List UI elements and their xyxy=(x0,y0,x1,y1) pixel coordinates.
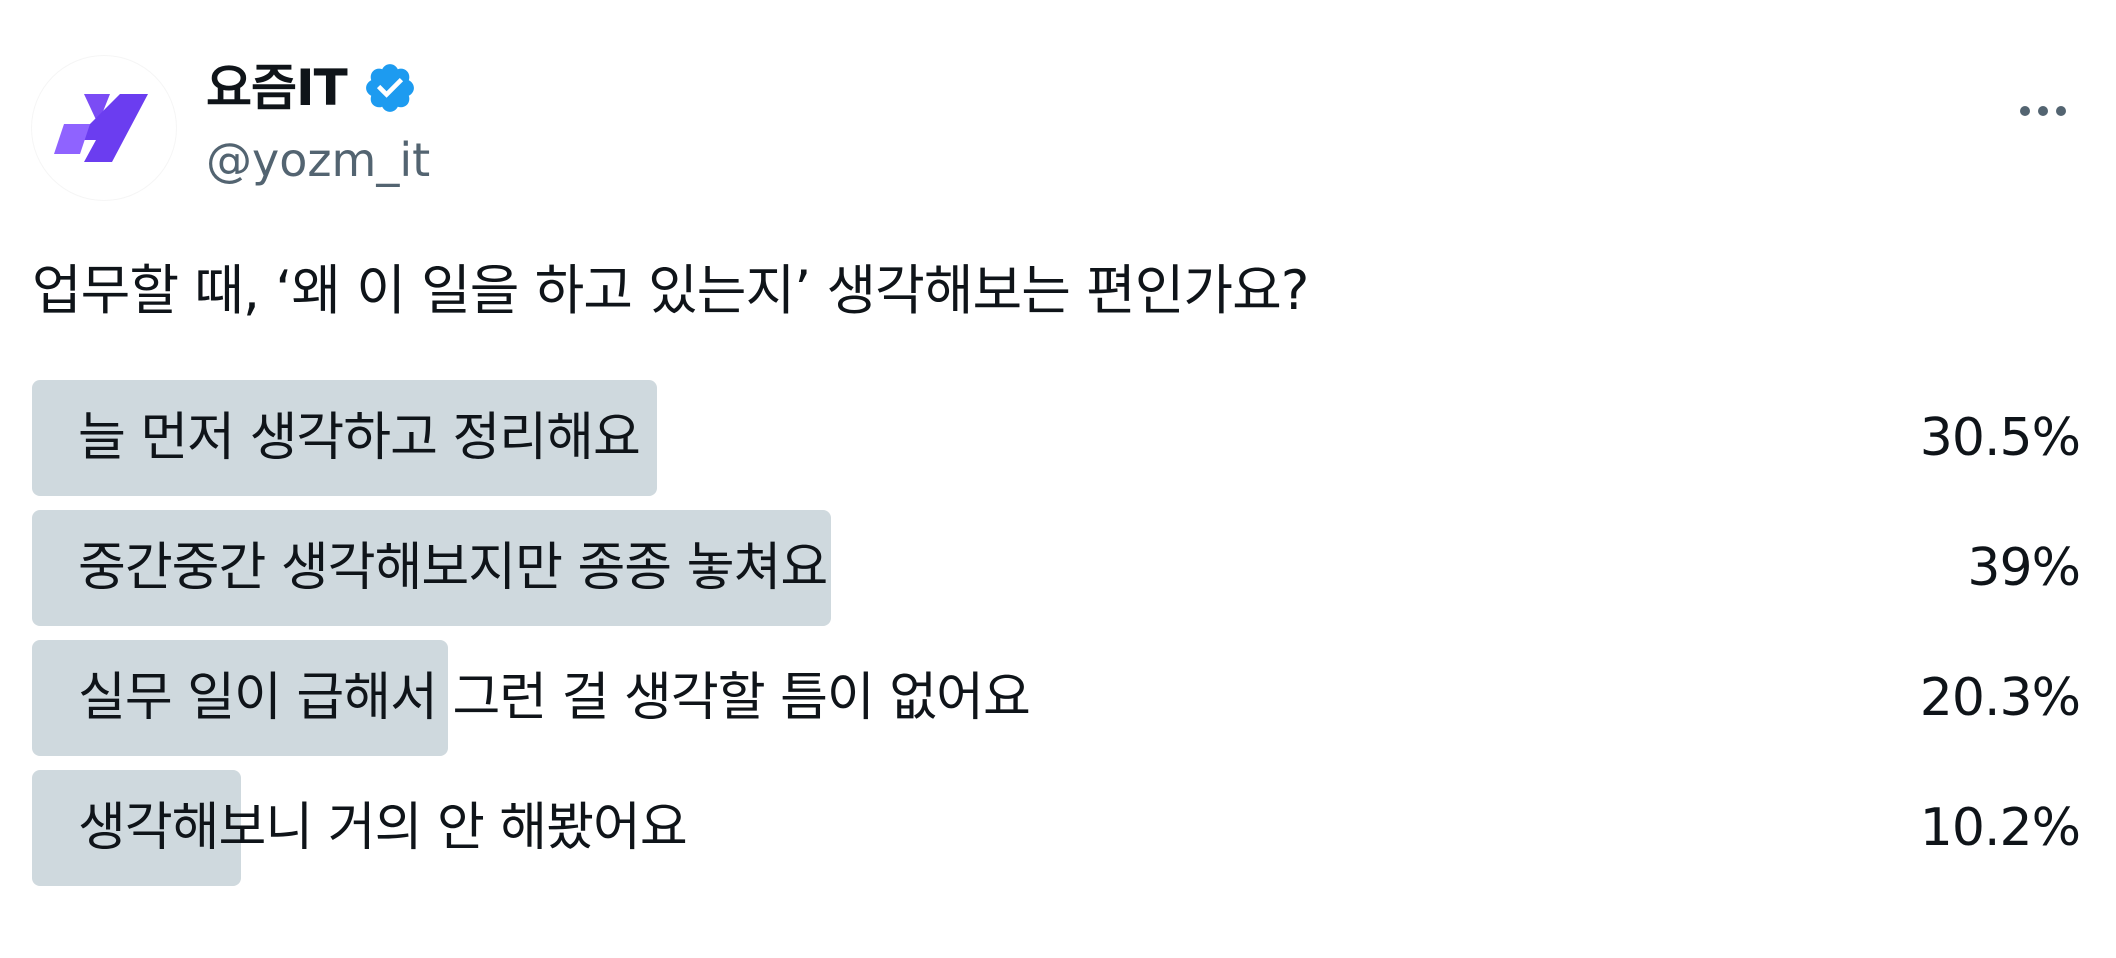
avatar[interactable] xyxy=(32,56,176,200)
poll-option-label: 중간중간 생각해보지만 종종 놓쳐요 xyxy=(78,538,828,598)
more-options-icon xyxy=(2020,106,2030,116)
poll-option[interactable]: 생각해보니 거의 안 해봤어요 10.2% xyxy=(32,770,2081,886)
more-options-icon-dot xyxy=(2056,106,2066,116)
poll: 늘 먼저 생각하고 정리해요 30.5% 중간중간 생각해보지만 종종 놓쳐요 … xyxy=(32,380,2081,900)
poll-option-label: 생각해보니 거의 안 해봤어요 xyxy=(78,798,688,858)
yozm-logo-icon xyxy=(54,94,148,162)
display-name[interactable]: 요즘IT xyxy=(206,63,348,113)
author-handle[interactable]: @yozm_it xyxy=(206,132,430,188)
poll-option[interactable]: 중간중간 생각해보지만 종종 놓쳐요 39% xyxy=(32,510,2081,626)
poll-option[interactable]: 늘 먼저 생각하고 정리해요 30.5% xyxy=(32,380,2081,496)
poll-option-label: 늘 먼저 생각하고 정리해요 xyxy=(78,408,641,468)
verified-badge-icon xyxy=(361,59,419,117)
more-options-icon-dot xyxy=(2038,106,2048,116)
poll-option-percent: 20.3% xyxy=(1919,668,2081,728)
poll-option-percent: 10.2% xyxy=(1919,798,2081,858)
author-name-row[interactable]: 요즘IT xyxy=(206,52,419,124)
poll-option-label: 실무 일이 급해서 그런 걸 생각할 틈이 없어요 xyxy=(78,668,1031,728)
poll-option-percent: 30.5% xyxy=(1919,408,2081,468)
post-text: 업무할 때, ‘왜 이 일을 하고 있는지’ 생각해보는 편인가요? xyxy=(32,259,1309,322)
poll-option[interactable]: 실무 일이 급해서 그런 걸 생각할 틈이 없어요 20.3% xyxy=(32,640,2081,756)
more-options-button[interactable] xyxy=(2010,86,2076,136)
poll-option-percent: 39% xyxy=(1967,538,2081,598)
